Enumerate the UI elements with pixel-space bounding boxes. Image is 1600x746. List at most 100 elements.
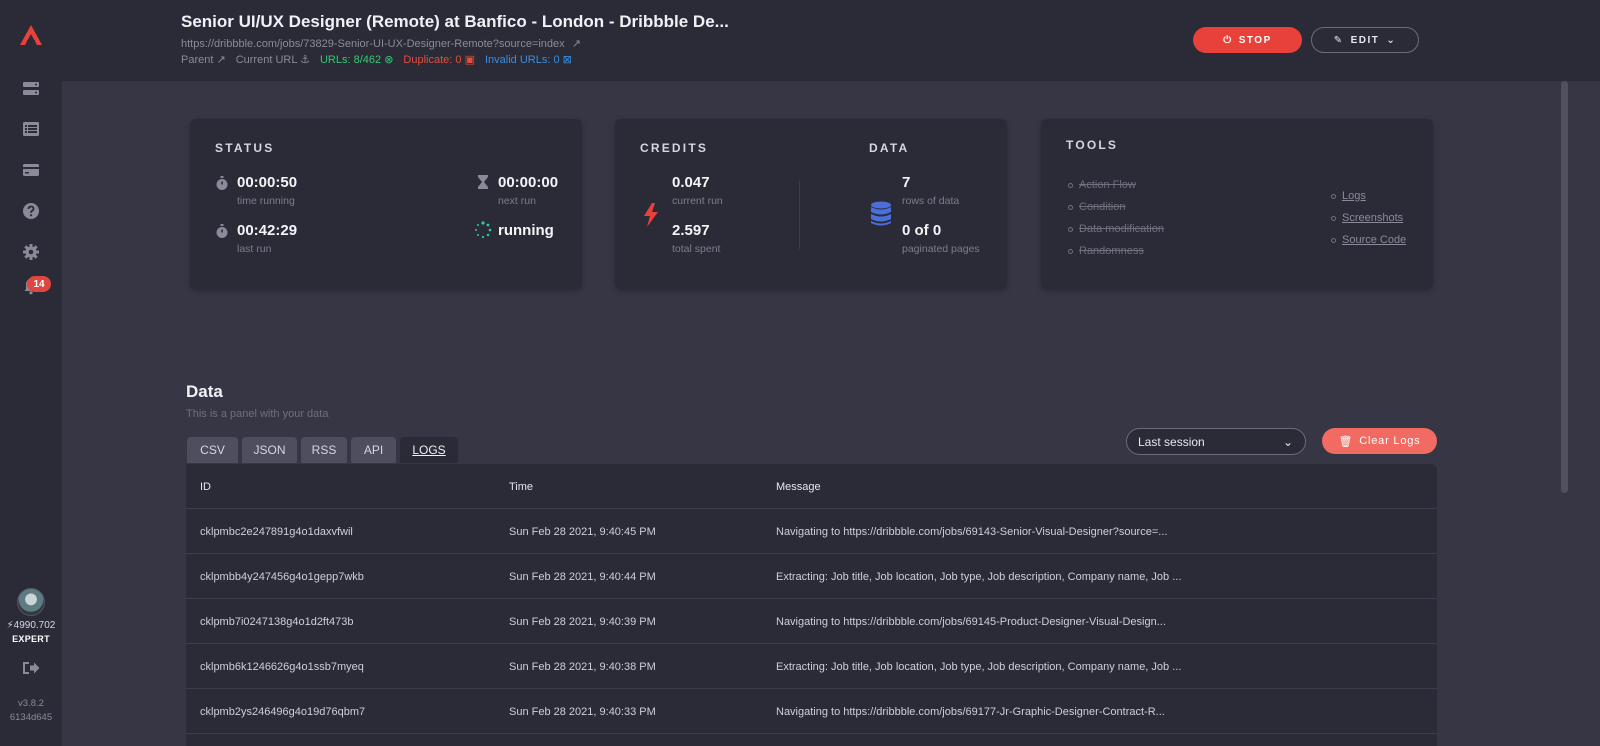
rows-of-data-value: 7 [902,174,911,191]
header: Senior UI/UX Designer (Remote) at Banfic… [62,0,1600,81]
card-icon[interactable] [21,160,41,180]
table-row: cklpmbb4y247456g4o1gepp7wkb Sun Feb 28 2… [186,554,1437,599]
current-url-link[interactable]: Current URL ⚓ [236,53,310,66]
list-icon[interactable] [21,119,41,139]
total-spent-credits: 2.597 [672,222,710,239]
external-link-icon[interactable]: ↗ [216,54,225,66]
divider [799,181,800,249]
build-hash: 6134d645 [9,712,53,723]
chevron-down-icon: ⌄ [1282,434,1293,449]
tool-screenshots-link[interactable]: Screenshots [1331,212,1403,224]
tab-json[interactable]: JSON [242,437,297,463]
tab-api[interactable]: API [351,437,396,463]
power-icon: ⏻ [1223,34,1233,46]
parent-label[interactable]: Parent [181,54,213,66]
table-row: cklpmb6k1246626g4o1ssb7myeq Sun Feb 28 2… [186,644,1437,689]
avatar[interactable] [17,588,45,616]
tool-action-flow: Action Flow [1068,179,1136,191]
status-card: STATUS 00:00:50 time running 00:42:29 la… [190,119,582,289]
sidebar-credits: ⚡4990.702 [0,620,62,631]
app-logo-icon[interactable] [19,24,43,46]
hourglass-icon [478,175,488,189]
log-message: Extracting: Job title, Job location, Job… [776,660,1182,673]
database-icon [871,201,891,226]
parent-link[interactable]: Parent ↗ [181,53,226,66]
external-link-icon[interactable]: ↗ [572,38,581,50]
log-message: Navigating to https://dribbble.com/jobs/… [776,615,1166,628]
servers-icon[interactable] [21,79,41,99]
status-title: STATUS [215,141,275,155]
job-url-text[interactable]: https://dribbble.com/jobs/73829-Senior-U… [181,38,565,50]
tab-rss[interactable]: RSS [301,437,347,463]
last-run-value: 00:42:29 [237,222,298,239]
log-id: cklpmbb4y247456g4o1gepp7wkb [200,570,364,583]
data-section-subtitle: This is a panel with your data [186,408,329,420]
log-time: Sun Feb 28 2021, 9:40:39 PM [509,615,656,628]
gear-icon[interactable] [21,242,41,262]
paginated-pages-value: 0 of 0 [902,222,942,239]
copy-icon: ▣ [464,54,475,66]
session-select[interactable]: Last session ⌄ [1126,428,1306,455]
user-level: EXPERT [12,634,50,644]
broken-link-icon: ⊠ [562,54,572,66]
urls-label: URLs: 8/462 [319,54,382,66]
current-url-label[interactable]: Current URL [236,54,297,66]
table-row: cklpmb7i0247138g4o1d2ft473b Sun Feb 28 2… [186,599,1437,644]
log-id: cklpmbc2e247891g4o1daxvfwil [200,525,353,538]
clear-logs-label: Clear Logs [1359,435,1421,447]
stop-button[interactable]: ⏻ STOP [1193,27,1302,53]
invalid-urls-count[interactable]: Invalid URLs: 0 ⊠ [485,53,572,66]
tool-logs-link[interactable]: Logs [1331,190,1366,202]
log-time: Sun Feb 28 2021, 9:40:38 PM [509,660,656,673]
duplicate-count[interactable]: Duplicate: 0 ▣ [403,53,475,66]
log-message: Extracting: Job title, Job location, Job… [776,570,1182,583]
logout-icon[interactable] [21,659,41,677]
sidebar: 14 ⚡4990.702 EXPERT v3.8.2 6134d645 [0,0,62,746]
sidebar-credits-value: 4990.702 [13,620,56,631]
edit-label: EDIT [1350,34,1380,46]
tool-label[interactable]: Logs [1342,190,1366,202]
column-header-message: Message [776,480,821,493]
column-header-time: Time [509,480,534,493]
bullet-icon [1331,193,1336,199]
log-id: cklpmb6k1246626g4o1ssb7myeq [200,660,364,673]
log-time: Sun Feb 28 2021, 9:40:45 PM [509,525,656,538]
log-message: Navigating to https://dribbble.com/jobs/… [776,525,1168,538]
scrollbar[interactable] [1561,81,1568,493]
bullet-icon [1068,204,1073,210]
tool-label: Randomness [1079,245,1144,257]
paginated-pages-label: paginated pages [902,243,980,255]
log-id: cklpmb7i0247138g4o1d2ft473b [200,615,354,628]
page-title: Senior UI/UX Designer (Remote) at Banfic… [181,12,729,31]
bullet-icon [1331,215,1336,221]
credits-title: CREDITS [640,141,709,155]
next-run-value: 00:00:00 [498,174,559,191]
invalid-label: Invalid URLs: 0 [484,54,560,66]
job-url[interactable]: https://dribbble.com/jobs/73829-Senior-U… [181,37,581,50]
tools-card: TOOLS Action Flow Condition Data modific… [1041,119,1433,289]
help-icon[interactable] [21,201,41,221]
lightning-icon [644,203,658,227]
last-run-label: last run [237,243,272,255]
tool-source-code-link[interactable]: Source Code [1331,234,1406,246]
time-running-value: 00:00:50 [237,174,298,191]
meta-row: Parent ↗ Current URL ⚓ URLs: 8/462 ⊗ Dup… [181,53,572,66]
current-run-credits: 0.047 [672,174,710,191]
clear-logs-button[interactable]: 🗑 Clear Logs [1322,428,1437,454]
tool-label[interactable]: Source Code [1342,234,1406,246]
urls-icon: ⊗ [384,54,394,66]
rows-of-data-label: rows of data [902,195,960,207]
credits-data-card: CREDITS 0.047 current run 2.597 total sp… [615,119,1007,289]
tab-logs[interactable]: LOGS [400,437,458,463]
log-time: Sun Feb 28 2021, 9:40:33 PM [509,705,656,718]
notifications-badge[interactable]: 14 [27,276,51,292]
trash-icon: 🗑 [1338,435,1354,448]
table-row: cklpmbc2e247891g4o1daxvfwil Sun Feb 28 2… [186,509,1437,554]
edit-button[interactable]: ✎ EDIT ⌄ [1311,27,1419,53]
anchor-icon: ⚓ [300,54,310,66]
urls-count[interactable]: URLs: 8/462 ⊗ [320,53,393,66]
next-run-label: next run [498,195,536,207]
bullet-icon [1068,248,1073,254]
tool-label[interactable]: Screenshots [1342,212,1403,224]
tab-csv[interactable]: CSV [187,437,238,463]
